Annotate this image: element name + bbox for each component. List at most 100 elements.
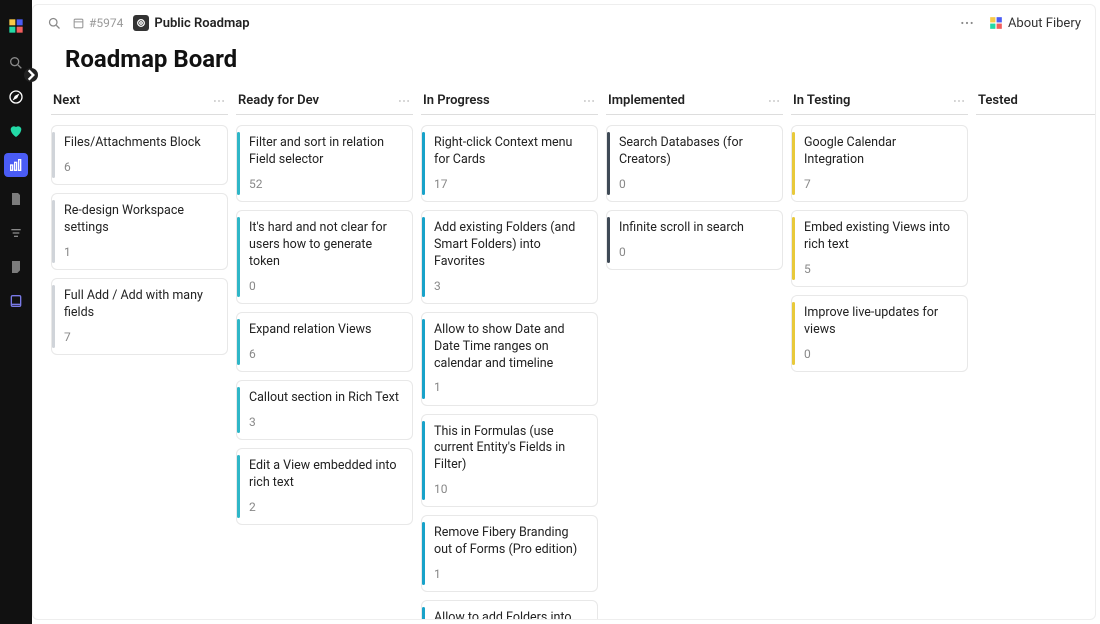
board-card[interactable]: Add existing Folders (and Smart Folders)…	[421, 210, 598, 304]
breadcrumb-title-text: Public Roadmap	[154, 16, 249, 31]
card-stripe	[52, 132, 55, 178]
breadcrumb-id-text: #5974	[89, 16, 123, 30]
board-card[interactable]: Remove Fibery Branding out of Forms (Pro…	[421, 515, 598, 592]
main-panel: #5974 Public Roadmap About Fibery Roadma…	[32, 4, 1096, 620]
card-stripe	[237, 132, 240, 195]
note-icon[interactable]	[4, 255, 28, 279]
card-title: Search Databases (for Creators)	[617, 135, 772, 169]
card-title: Embed existing Views into rich text	[802, 220, 957, 254]
card-list: Files/Attachments Block6 Re-design Worksp…	[51, 125, 228, 355]
card-list: Google Calendar Integration7 Embed existi…	[791, 125, 968, 372]
card-count: 3	[432, 278, 587, 294]
board-card[interactable]: Improve live-updates for views0	[791, 295, 968, 372]
column-header: Tested	[976, 89, 1095, 115]
card-title: Expand relation Views	[247, 322, 402, 339]
column-title: Implemented	[608, 93, 685, 108]
column-header: Ready for Dev	[236, 89, 413, 115]
search-icon[interactable]	[47, 16, 62, 31]
card-title: Callout section in Rich Text	[247, 390, 402, 407]
card-stripe	[422, 217, 425, 297]
card-title: Edit a View embedded into rich text	[247, 458, 402, 492]
card-list: Search Databases (for Creators)0 Infinite…	[606, 125, 783, 270]
board-card[interactable]: Search Databases (for Creators)0	[606, 125, 783, 202]
column-menu-icon[interactable]	[397, 94, 411, 108]
column-menu-icon[interactable]	[767, 94, 781, 108]
breadcrumb-title[interactable]: Public Roadmap	[133, 15, 249, 31]
card-title: Remove Fibery Branding out of Forms (Pro…	[432, 525, 587, 559]
column-header: Next	[51, 89, 228, 115]
card-list: Filter and sort in relation Field select…	[236, 125, 413, 525]
more-menu-button[interactable]	[955, 11, 979, 35]
about-link-text: About Fibery	[1008, 16, 1081, 31]
board-card[interactable]: Re-design Workspace settings1	[51, 193, 228, 270]
card-count: 2	[247, 499, 402, 515]
card-count: 0	[802, 346, 957, 362]
card-stripe	[422, 132, 425, 195]
column-title: Ready for Dev	[238, 93, 319, 108]
card-count: 1	[432, 379, 587, 395]
board-card[interactable]: Allow to show Date and Date Time ranges …	[421, 312, 598, 406]
expand-sidebar-icon[interactable]	[24, 68, 38, 82]
card-title: It's hard and not clear for users how to…	[247, 220, 402, 271]
card-stripe	[607, 217, 610, 263]
board-card[interactable]: Files/Attachments Block6	[51, 125, 228, 185]
card-title: Google Calendar Integration	[802, 135, 957, 169]
card-title: Filter and sort in relation Field select…	[247, 135, 402, 169]
card-stripe	[792, 132, 795, 195]
about-link[interactable]: About Fibery	[989, 16, 1081, 31]
board-card[interactable]: Google Calendar Integration7	[791, 125, 968, 202]
heart-icon[interactable]	[4, 119, 28, 143]
roadmap-icon	[133, 15, 149, 31]
page-icon[interactable]	[4, 187, 28, 211]
left-nav-rail	[0, 0, 32, 624]
page-title: Roadmap Board	[65, 45, 1067, 73]
app-logo[interactable]	[6, 16, 26, 36]
column-title: In Progress	[423, 93, 490, 108]
board-card[interactable]: Filter and sort in relation Field select…	[236, 125, 413, 202]
card-stripe	[237, 455, 240, 518]
board-card[interactable]: Infinite scroll in search0	[606, 210, 783, 270]
board-card[interactable]: Callout section in Rich Text3	[236, 380, 413, 440]
book-icon[interactable]	[4, 289, 28, 313]
card-list: Right-click Context menu for Cards17 Add …	[421, 125, 598, 619]
board-card[interactable]: This in Formulas (use current Entity's F…	[421, 414, 598, 508]
column-menu-icon[interactable]	[952, 94, 966, 108]
list-icon[interactable]	[4, 221, 28, 245]
card-count: 1	[62, 244, 217, 260]
card-stripe	[52, 200, 55, 263]
board-card[interactable]: Edit a View embedded into rich text 2	[236, 448, 413, 525]
board-column: In Progress Right-click Context menu for …	[421, 89, 598, 609]
card-stripe	[792, 302, 795, 365]
chart-icon[interactable]	[4, 153, 28, 177]
board-card[interactable]: Right-click Context menu for Cards17	[421, 125, 598, 202]
card-stripe	[422, 319, 425, 399]
board-card[interactable]: Embed existing Views into rich text 5	[791, 210, 968, 287]
column-title: Tested	[978, 93, 1018, 108]
column-menu-icon[interactable]	[582, 94, 596, 108]
board-card[interactable]: Allow to add Folders into favorites0	[421, 600, 598, 619]
title-row: Roadmap Board	[33, 41, 1095, 89]
card-title: Add existing Folders (and Smart Folders)…	[432, 220, 587, 271]
card-title: Full Add / Add with many fields	[62, 288, 217, 322]
card-stripe	[792, 217, 795, 280]
card-title: Allow to add Folders into favorites	[432, 610, 587, 619]
board-card[interactable]: It's hard and not clear for users how to…	[236, 210, 413, 304]
board-column: Implemented Search Databases (for Creator…	[606, 89, 783, 609]
card-stripe	[237, 387, 240, 433]
board-column: Next Files/Attachments Block6 Re-design Wo…	[51, 89, 228, 609]
breadcrumb-id[interactable]: #5974	[72, 16, 123, 30]
card-count: 7	[62, 329, 217, 345]
board-card[interactable]: Expand relation Views 6	[236, 312, 413, 372]
compass-icon[interactable]	[4, 85, 28, 109]
card-stripe	[422, 522, 425, 585]
column-menu-icon[interactable]	[212, 94, 226, 108]
board-column: Tested	[976, 89, 1095, 609]
card-count: 6	[247, 346, 402, 362]
column-header: In Progress	[421, 89, 598, 115]
card-count: 6	[62, 159, 217, 175]
board-column: Ready for Dev Filter and sort in relation…	[236, 89, 413, 609]
card-count: 10	[432, 481, 587, 497]
card-title: Infinite scroll in search	[617, 220, 772, 237]
card-count: 5	[802, 261, 957, 277]
board-card[interactable]: Full Add / Add with many fields 7	[51, 278, 228, 355]
